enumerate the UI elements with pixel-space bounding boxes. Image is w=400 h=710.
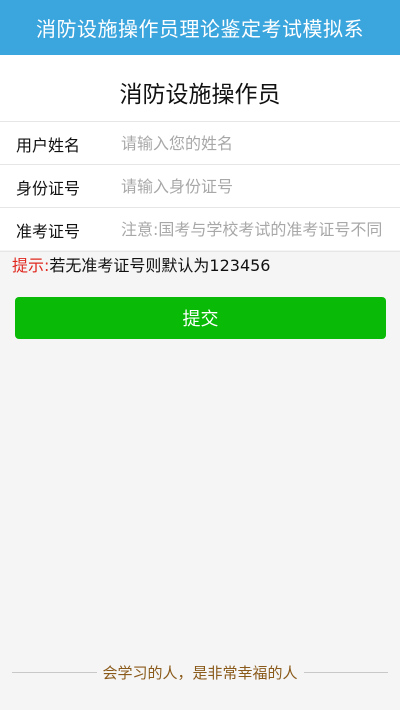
tip-label: 提示:: [12, 256, 50, 275]
tip-text: 提示:若无准考证号则默认为123456: [12, 252, 271, 276]
exam-ticket-label: 准考证号: [16, 221, 81, 241]
footer-divider-left: [12, 671, 97, 673]
footer-slogan: 会学习的人，是非常幸福的人: [102, 663, 298, 682]
id-number-input[interactable]: [121, 177, 391, 196]
app-header: 消防设施操作员理论鉴定考试模拟系: [0, 0, 400, 55]
submit-label: 提交: [182, 309, 219, 330]
name-input[interactable]: [121, 134, 391, 153]
name-label: 用户姓名: [16, 135, 81, 155]
form-title: 消防设施操作员: [119, 82, 281, 108]
tip-message: 若无准考证号则默认为123456: [49, 256, 271, 275]
id-number-row: 身份证号: [0, 164, 400, 208]
footer-divider-right: [303, 671, 389, 673]
exam-ticket-row: 准考证号: [0, 207, 400, 252]
id-number-label: 身份证号: [16, 178, 81, 198]
footer: 会学习的人，是非常幸福的人: [12, 660, 389, 684]
name-row: 用户姓名: [0, 121, 400, 165]
exam-ticket-input[interactable]: [121, 220, 391, 239]
submit-button[interactable]: 提交: [15, 297, 386, 339]
form-card: 消防设施操作员 用户姓名 身份证号 准考证号: [0, 55, 400, 252]
app-title: 消防设施操作员理论鉴定考试模拟系: [36, 17, 364, 41]
